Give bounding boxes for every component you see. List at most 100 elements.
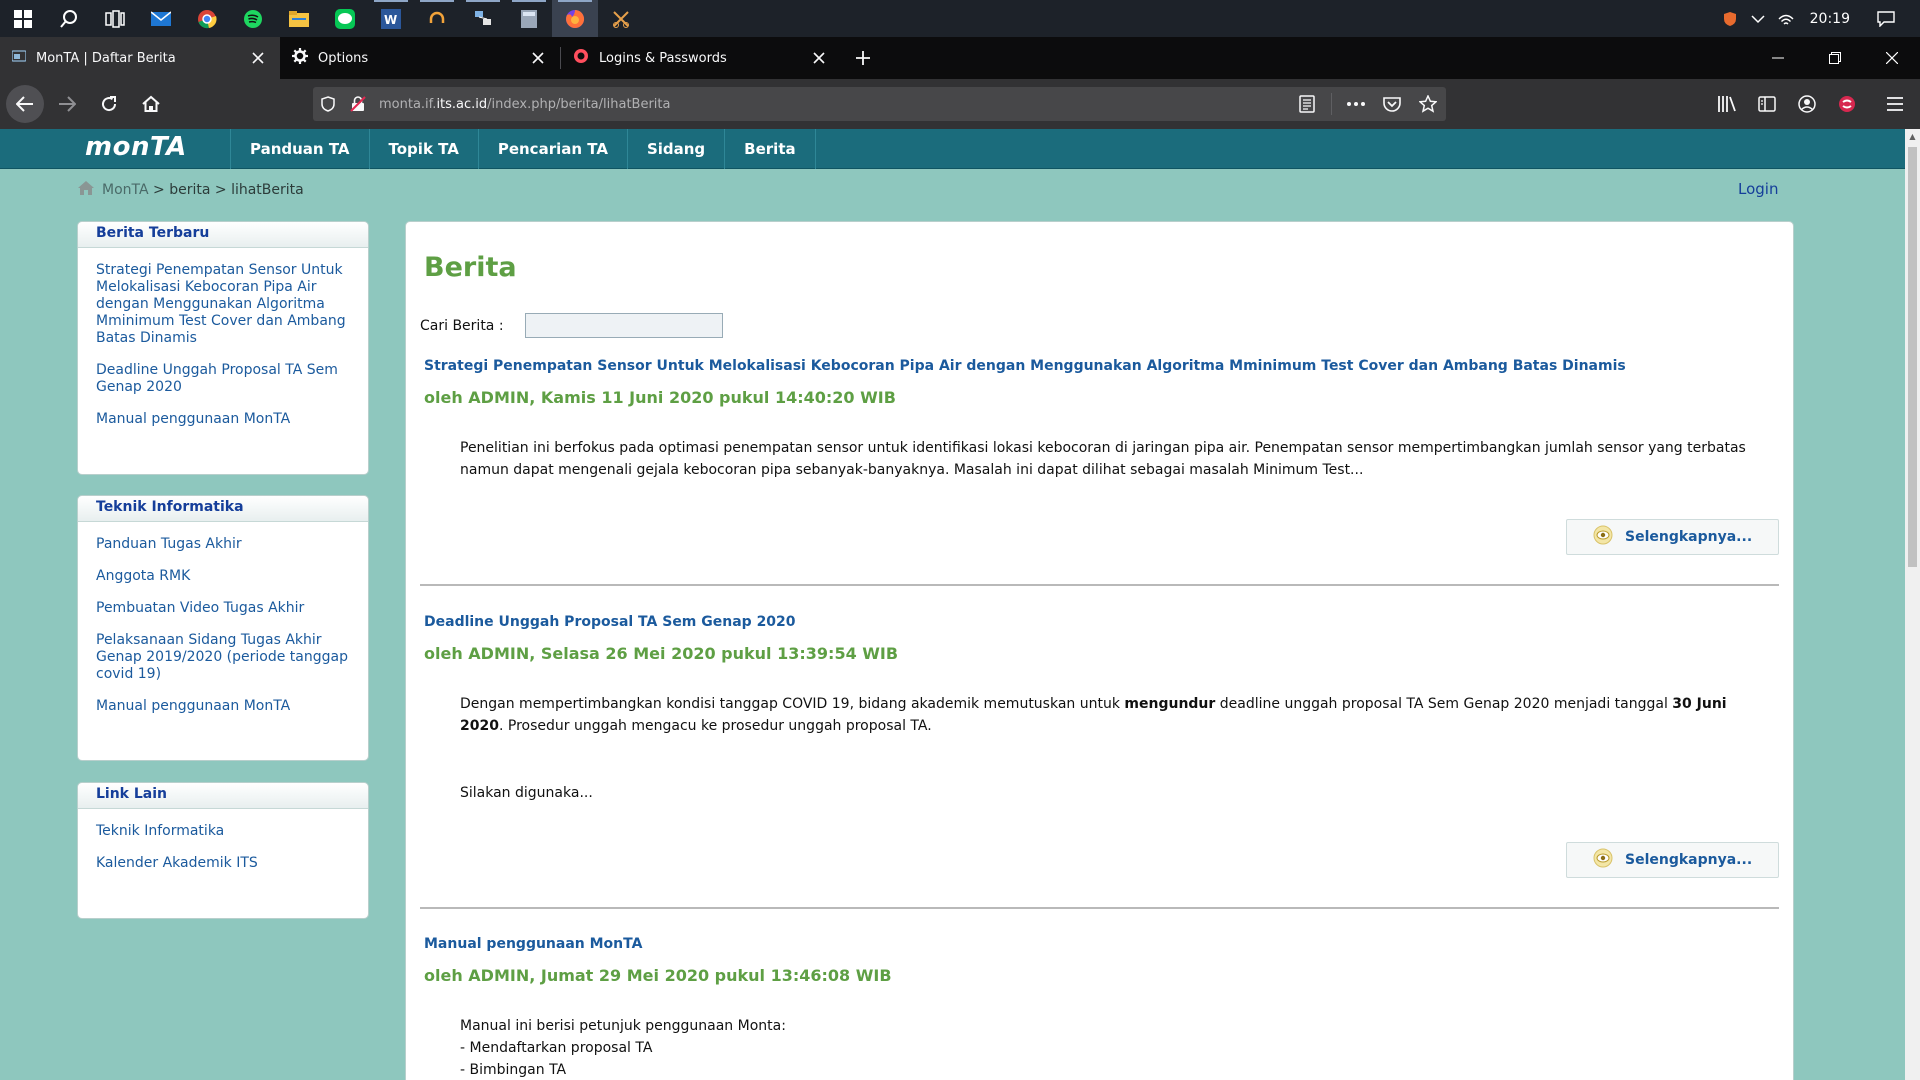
task-view-icon[interactable] xyxy=(92,0,138,37)
excerpt-text: . Prosedur unggah mengacu ke prosedur un… xyxy=(498,718,932,734)
close-tab-icon[interactable] xyxy=(809,48,829,68)
windows-start-icon[interactable] xyxy=(0,0,46,37)
search-icon[interactable] xyxy=(46,0,92,37)
sidebar-ti-link[interactable]: Anggota RMK xyxy=(96,568,350,585)
portlet-link-lain: Link Lain Teknik Informatika Kalender Ak… xyxy=(77,782,369,919)
close-tab-icon[interactable] xyxy=(528,48,548,68)
page-actions-menu-icon[interactable] xyxy=(1338,102,1374,106)
read-more-button[interactable]: Selengkapnya... xyxy=(1566,519,1779,555)
menu-sidang[interactable]: Sidang xyxy=(628,129,726,169)
sidebar-news-link[interactable]: Deadline Unggah Proposal TA Sem Genap 20… xyxy=(96,362,350,396)
system-tray: 20:19 xyxy=(1716,0,1920,37)
new-tab-icon[interactable] xyxy=(841,37,885,79)
news-title-link[interactable]: Manual penggunaan MonTA xyxy=(424,936,1779,952)
page-scrollbar[interactable]: ▲ xyxy=(1905,129,1920,1080)
spotify-icon[interactable] xyxy=(230,0,276,37)
news-title-link[interactable]: Deadline Unggah Proposal TA Sem Genap 20… xyxy=(424,614,1779,630)
browser-toolbar: monta.if.its.ac.id/index.php/berita/liha… xyxy=(0,79,1920,129)
reload-icon[interactable] xyxy=(90,85,128,123)
news-excerpt: Penelitian ini berfokus pada optimasi pe… xyxy=(460,440,1746,478)
windows-taskbar: W 20:19 xyxy=(0,0,1920,37)
home-icon[interactable] xyxy=(132,85,170,123)
restore-icon[interactable] xyxy=(1806,37,1863,79)
news-title-link[interactable]: Strategi Penempatan Sensor Untuk Melokal… xyxy=(424,358,1779,374)
reader-view-icon[interactable] xyxy=(1289,95,1325,113)
menu-berita[interactable]: Berita xyxy=(725,129,816,169)
sidebar-news-link[interactable]: Manual penggunaan MonTA xyxy=(96,411,350,428)
menu-pencarian-ta[interactable]: Pencarian TA xyxy=(479,129,628,169)
firefox-icon[interactable] xyxy=(552,0,598,37)
tab-title: MonTA | Daftar Berita xyxy=(36,50,176,66)
calculator-icon[interactable] xyxy=(506,0,552,37)
account-icon[interactable] xyxy=(1788,85,1826,123)
word-icon[interactable]: W xyxy=(368,0,414,37)
page-title: Berita xyxy=(424,252,517,283)
url-path: /index.php/berita/lihatBerita xyxy=(487,96,671,112)
portlet-body: Panduan Tugas Akhir Anggota RMK Pembuata… xyxy=(78,522,368,740)
sidebar-ti-link[interactable]: Pembuatan Video Tugas Akhir xyxy=(96,600,350,617)
security-shield-icon[interactable] xyxy=(1716,11,1744,27)
sidebar-news-link[interactable]: Strategi Penempatan Sensor Untuk Melokal… xyxy=(96,262,350,347)
news-search-row: Cari Berita : xyxy=(420,313,723,338)
sidebar-toggle-icon[interactable] xyxy=(1748,85,1786,123)
tab-options[interactable]: Options xyxy=(280,37,560,79)
headphones-icon[interactable] xyxy=(414,0,460,37)
taskbar-clock[interactable]: 20:19 xyxy=(1810,11,1850,27)
hamburger-menu-icon[interactable] xyxy=(1876,85,1914,123)
extension-icon[interactable] xyxy=(1828,85,1866,123)
back-arrow-icon[interactable] xyxy=(6,85,44,123)
url-bar-separator xyxy=(1331,93,1332,115)
minimize-icon[interactable] xyxy=(1749,37,1806,79)
chevron-up-icon[interactable] xyxy=(1744,14,1772,24)
portlet-title: Teknik Informatika xyxy=(78,496,368,522)
url-host: its.ac.id xyxy=(436,96,488,112)
menu-topik-ta[interactable]: Topik TA xyxy=(370,129,479,169)
menu-panduan-ta[interactable]: Panduan TA xyxy=(231,129,370,169)
scrollbar-thumb[interactable] xyxy=(1908,147,1917,567)
pocket-icon[interactable] xyxy=(1374,96,1410,112)
breadcrumb: MonTA > berita > lihatBerita xyxy=(78,181,304,199)
notification-center-icon[interactable] xyxy=(1872,10,1900,27)
login-link[interactable]: Login xyxy=(1738,180,1778,198)
eye-icon xyxy=(1593,525,1613,549)
site-logo[interactable]: monTA xyxy=(85,132,187,162)
breadcrumb-berita-link[interactable]: berita xyxy=(169,182,210,198)
sidebar-ti-link[interactable]: Pelaksanaan Sidang Tugas Akhir Genap 201… xyxy=(96,632,350,683)
close-window-icon[interactable] xyxy=(1863,37,1920,79)
web-page: monTA Panduan TA Topik TA Pencarian TA S… xyxy=(0,129,1905,1080)
news-search-input[interactable] xyxy=(524,313,723,338)
wifi-icon[interactable] xyxy=(1772,11,1800,27)
sidebar-ti-link[interactable]: Panduan Tugas Akhir xyxy=(96,536,350,553)
news-item: Manual penggunaan MonTA oleh ADMIN, Juma… xyxy=(420,936,1779,1080)
tracking-protection-shield-icon[interactable] xyxy=(313,96,343,112)
forward-arrow-icon[interactable] xyxy=(48,85,86,123)
read-more-button[interactable]: Selengkapnya... xyxy=(1566,842,1779,878)
breadcrumb-home-link[interactable]: MonTA xyxy=(102,182,149,198)
news-content-panel: Berita Cari Berita : Strategi Penempatan… xyxy=(405,221,1794,1080)
bookmark-star-icon[interactable] xyxy=(1410,95,1446,113)
sidebar-other-link[interactable]: Teknik Informatika xyxy=(96,823,350,840)
sidebar-ti-link[interactable]: Manual penggunaan MonTA xyxy=(96,698,350,715)
url-text[interactable]: monta.if.its.ac.id/index.php/berita/liha… xyxy=(379,97,671,112)
line-icon[interactable] xyxy=(322,0,368,37)
network-app-icon[interactable] xyxy=(460,0,506,37)
news-meta: oleh ADMIN, Kamis 11 Juni 2020 pukul 14:… xyxy=(424,388,896,407)
insecure-lock-icon[interactable] xyxy=(343,96,373,112)
sidebar-other-link[interactable]: Kalender Akademik ITS xyxy=(96,855,350,872)
excerpt-line: - Mendaftarkan proposal TA xyxy=(460,1040,653,1056)
file-explorer-icon[interactable] xyxy=(276,0,322,37)
excerpt-line: Manual ini berisi petunjuk penggunaan Mo… xyxy=(460,1018,786,1034)
main-menu: Panduan TA Topik TA Pencarian TA Sidang … xyxy=(230,129,816,169)
eye-icon xyxy=(1593,848,1613,872)
url-bar[interactable]: monta.if.its.ac.id/index.php/berita/liha… xyxy=(313,87,1446,121)
search-label: Cari Berita : xyxy=(420,317,504,334)
news-divider xyxy=(420,907,1779,909)
scroll-up-arrow-icon[interactable]: ▲ xyxy=(1905,129,1920,144)
chrome-icon[interactable] xyxy=(184,0,230,37)
library-icon[interactable] xyxy=(1708,85,1746,123)
tab-monta[interactable]: MonTA | Daftar Berita xyxy=(0,37,280,79)
close-tab-icon[interactable] xyxy=(248,48,268,68)
snipping-tool-icon[interactable] xyxy=(598,0,644,37)
tab-logins-passwords[interactable]: Logins & Passwords xyxy=(561,37,841,79)
mail-icon[interactable] xyxy=(138,0,184,37)
